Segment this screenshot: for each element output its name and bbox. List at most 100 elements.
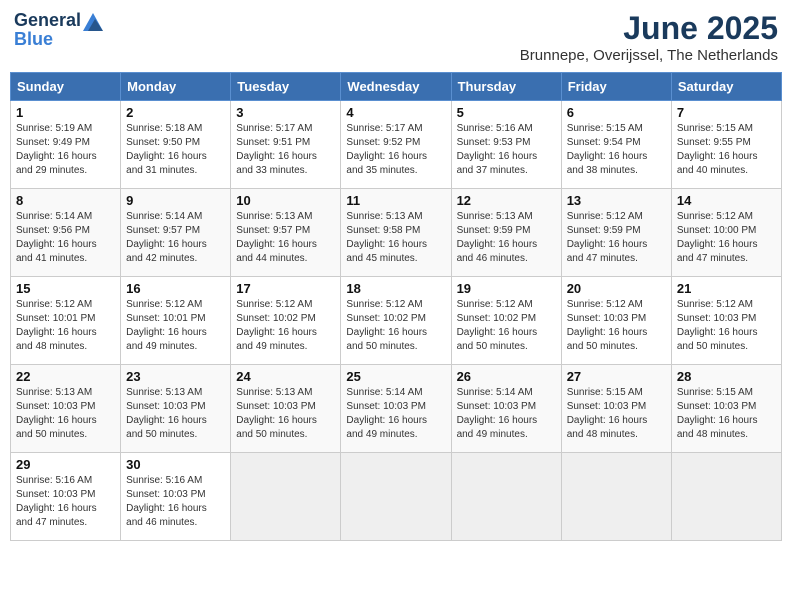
day-info: Sunrise: 5:13 AM Sunset: 9:59 PM Dayligh… <box>457 210 556 266</box>
day-info: Sunrise: 5:15 AM Sunset: 9:55 PM Dayligh… <box>677 122 776 178</box>
day-info: Sunrise: 5:16 AM Sunset: 9:53 PM Dayligh… <box>457 122 556 178</box>
day-number: 6 <box>567 105 666 120</box>
day-info: Sunrise: 5:12 AM Sunset: 10:02 PM Daylig… <box>236 298 335 354</box>
calendar-cell: 24 Sunrise: 5:13 AM Sunset: 10:03 PM Dayl… <box>231 365 341 453</box>
calendar-cell <box>231 453 341 541</box>
day-number: 17 <box>236 281 335 296</box>
day-number: 22 <box>16 369 115 384</box>
day-number: 10 <box>236 193 335 208</box>
calendar-cell: 1 Sunrise: 5:19 AM Sunset: 9:49 PM Daylig… <box>11 101 121 189</box>
column-header-monday: Monday <box>121 73 231 101</box>
page-header: General Blue June 2025 Brunnepe, Overijs… <box>10 10 782 64</box>
calendar-cell: 21 Sunrise: 5:12 AM Sunset: 10:03 PM Dayl… <box>671 277 781 365</box>
day-number: 16 <box>126 281 225 296</box>
column-header-friday: Friday <box>561 73 671 101</box>
calendar-cell: 30 Sunrise: 5:16 AM Sunset: 10:03 PM Dayl… <box>121 453 231 541</box>
day-number: 20 <box>567 281 666 296</box>
location: Brunnepe, Overijssel, The Netherlands <box>520 47 778 64</box>
calendar-cell: 2 Sunrise: 5:18 AM Sunset: 9:50 PM Daylig… <box>121 101 231 189</box>
calendar-cell: 10 Sunrise: 5:13 AM Sunset: 9:57 PM Dayli… <box>231 189 341 277</box>
day-info: Sunrise: 5:12 AM Sunset: 9:59 PM Dayligh… <box>567 210 666 266</box>
day-info: Sunrise: 5:15 AM Sunset: 10:03 PM Daylig… <box>567 386 666 442</box>
calendar-cell: 23Sunrise: 5:13 AM Sunset: 10:03 PM Dayl… <box>121 365 231 453</box>
day-info: Sunrise: 5:16 AM Sunset: 10:03 PM Daylig… <box>16 474 115 530</box>
day-info: Sunrise: 5:12 AM Sunset: 10:03 PM Daylig… <box>677 298 776 354</box>
day-info: Sunrise: 5:14 AM Sunset: 10:03 PM Daylig… <box>346 386 445 442</box>
day-number: 8 <box>16 193 115 208</box>
calendar-cell: 28 Sunrise: 5:15 AM Sunset: 10:03 PM Dayl… <box>671 365 781 453</box>
calendar-cell <box>341 453 451 541</box>
day-info: Sunrise: 5:15 AM Sunset: 9:54 PM Dayligh… <box>567 122 666 178</box>
day-info: Sunrise: 5:18 AM Sunset: 9:50 PM Dayligh… <box>126 122 225 178</box>
calendar-cell: 14 Sunrise: 5:12 AM Sunset: 10:00 PM Dayl… <box>671 189 781 277</box>
day-number: 13 <box>567 193 666 208</box>
calendar-cell <box>671 453 781 541</box>
day-number: 12 <box>457 193 556 208</box>
calendar-cell: 3 Sunrise: 5:17 AM Sunset: 9:51 PM Daylig… <box>231 101 341 189</box>
day-info: Sunrise: 5:17 AM Sunset: 9:51 PM Dayligh… <box>236 122 335 178</box>
day-number: 14 <box>677 193 776 208</box>
day-info: Sunrise: 5:14 AM Sunset: 9:56 PM Dayligh… <box>16 210 115 266</box>
logo-general: General <box>14 10 81 31</box>
calendar-cell: 11Sunrise: 5:13 AM Sunset: 9:58 PM Dayli… <box>341 189 451 277</box>
day-info: Sunrise: 5:12 AM Sunset: 10:01 PM Daylig… <box>126 298 225 354</box>
day-info: Sunrise: 5:19 AM Sunset: 9:49 PM Dayligh… <box>16 122 115 178</box>
logo-icon <box>83 13 103 31</box>
day-info: Sunrise: 5:13 AM Sunset: 10:03 PM Daylig… <box>236 386 335 442</box>
title-block: June 2025 Brunnepe, Overijssel, The Neth… <box>520 10 778 64</box>
day-number: 5 <box>457 105 556 120</box>
calendar-cell: 4 Sunrise: 5:17 AM Sunset: 9:52 PM Daylig… <box>341 101 451 189</box>
day-info: Sunrise: 5:12 AM Sunset: 10:00 PM Daylig… <box>677 210 776 266</box>
calendar-cell: 16 Sunrise: 5:12 AM Sunset: 10:01 PM Dayl… <box>121 277 231 365</box>
calendar-cell: 6 Sunrise: 5:15 AM Sunset: 9:54 PM Daylig… <box>561 101 671 189</box>
day-number: 30 <box>126 457 225 472</box>
column-header-thursday: Thursday <box>451 73 561 101</box>
day-number: 29 <box>16 457 115 472</box>
calendar-cell: 29 Sunrise: 5:16 AM Sunset: 10:03 PM Dayl… <box>11 453 121 541</box>
day-number: 25 <box>346 369 445 384</box>
day-info: Sunrise: 5:12 AM Sunset: 10:02 PM Daylig… <box>346 298 445 354</box>
calendar-cell: 26 Sunrise: 5:14 AM Sunset: 10:03 PM Dayl… <box>451 365 561 453</box>
column-header-wednesday: Wednesday <box>341 73 451 101</box>
day-info: Sunrise: 5:13 AM Sunset: 9:57 PM Dayligh… <box>236 210 335 266</box>
day-info: Sunrise: 5:15 AM Sunset: 10:03 PM Daylig… <box>677 386 776 442</box>
day-number: 23 <box>126 369 225 384</box>
month-year: June 2025 <box>520 10 778 47</box>
logo: General Blue <box>14 10 103 50</box>
day-number: 3 <box>236 105 335 120</box>
day-number: 26 <box>457 369 556 384</box>
day-number: 21 <box>677 281 776 296</box>
calendar-cell: 22 Sunrise: 5:13 AM Sunset: 10:03 PM Dayl… <box>11 365 121 453</box>
day-info: Sunrise: 5:14 AM Sunset: 10:03 PM Daylig… <box>457 386 556 442</box>
day-number: 2 <box>126 105 225 120</box>
logo-blue: Blue <box>14 29 53 50</box>
calendar-cell: 27 Sunrise: 5:15 AM Sunset: 10:03 PM Dayl… <box>561 365 671 453</box>
day-number: 28 <box>677 369 776 384</box>
day-number: 15 <box>16 281 115 296</box>
calendar-cell: 25 Sunrise: 5:14 AM Sunset: 10:03 PM Dayl… <box>341 365 451 453</box>
calendar-cell: 15 Sunrise: 5:12 AM Sunset: 10:01 PM Dayl… <box>11 277 121 365</box>
calendar-cell <box>451 453 561 541</box>
day-number: 1 <box>16 105 115 120</box>
day-info: Sunrise: 5:13 AM Sunset: 10:03 PM Daylig… <box>16 386 115 442</box>
day-number: 18 <box>346 281 445 296</box>
day-info: Sunrise: 5:12 AM Sunset: 10:03 PM Daylig… <box>567 298 666 354</box>
calendar-cell: 18 Sunrise: 5:12 AM Sunset: 10:02 PM Dayl… <box>341 277 451 365</box>
column-header-sunday: Sunday <box>11 73 121 101</box>
day-number: 9 <box>126 193 225 208</box>
day-number: 19 <box>457 281 556 296</box>
calendar-cell <box>561 453 671 541</box>
day-number: 24 <box>236 369 335 384</box>
day-info: Sunrise: 5:16 AM Sunset: 10:03 PM Daylig… <box>126 474 225 530</box>
calendar-cell: 9Sunrise: 5:14 AM Sunset: 9:57 PM Daylig… <box>121 189 231 277</box>
day-number: 27 <box>567 369 666 384</box>
day-number: 4 <box>346 105 445 120</box>
day-info: Sunrise: 5:12 AM Sunset: 10:01 PM Daylig… <box>16 298 115 354</box>
calendar-cell: 17 Sunrise: 5:12 AM Sunset: 10:02 PM Dayl… <box>231 277 341 365</box>
calendar-cell: 5 Sunrise: 5:16 AM Sunset: 9:53 PM Daylig… <box>451 101 561 189</box>
calendar: SundayMondayTuesdayWednesdayThursdayFrid… <box>10 72 782 541</box>
calendar-cell: 19Sunrise: 5:12 AM Sunset: 10:02 PM Dayl… <box>451 277 561 365</box>
day-number: 7 <box>677 105 776 120</box>
day-number: 11 <box>346 193 445 208</box>
day-info: Sunrise: 5:17 AM Sunset: 9:52 PM Dayligh… <box>346 122 445 178</box>
